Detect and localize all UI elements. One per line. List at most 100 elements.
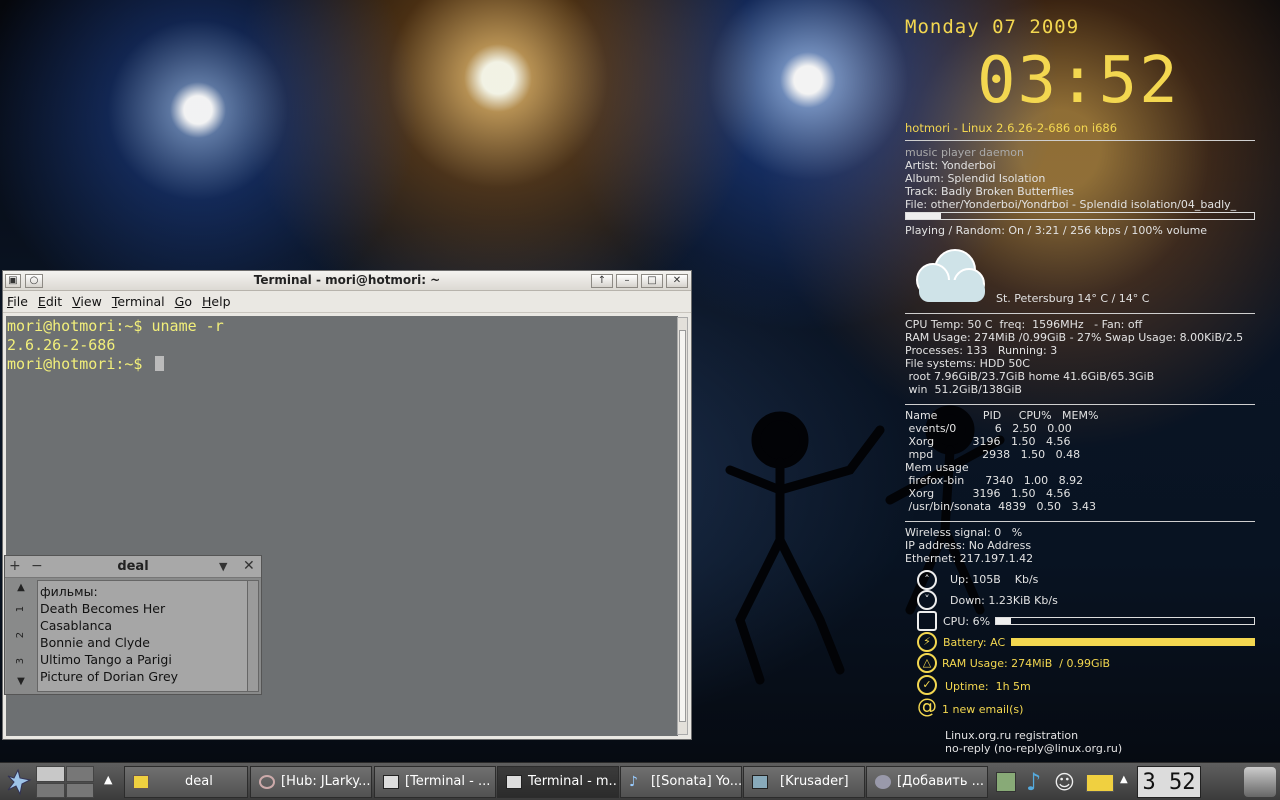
- task-terminal-1[interactable]: [Terminal - ...: [374, 766, 496, 798]
- conky-date: Monday 07 2009: [905, 16, 1080, 38]
- xfce-menu-icon[interactable]: [4, 768, 32, 796]
- uptime: Uptime: 1h 5m: [945, 680, 1031, 693]
- task-label: deal: [185, 774, 213, 789]
- task-label: [Hub: JLarky....: [281, 774, 372, 789]
- deal-tab-2[interactable]: 2: [8, 621, 34, 649]
- weather-text: St. Petersburg 14° C / 14° C: [996, 292, 1150, 305]
- terminal-title: Terminal - mori@hotmori: ~: [253, 273, 441, 287]
- dropdown-icon[interactable]: ▼: [219, 560, 227, 573]
- arrow-down-icon: ˅: [917, 590, 937, 610]
- divider: [905, 313, 1255, 314]
- tray-expand-icon[interactable]: ▲: [1120, 774, 1128, 785]
- list-item[interactable]: Ultimo Tango a Parigi: [40, 651, 246, 668]
- email-count: 1 new email(s): [942, 703, 1024, 716]
- mail-subject: Linux.org.ru registration: [945, 729, 1079, 742]
- divider: [905, 140, 1255, 141]
- task-terminal-active[interactable]: Terminal - m...: [497, 766, 619, 798]
- mpd-progress-bar: [905, 212, 1255, 220]
- music-note-icon: ♪: [629, 774, 638, 790]
- mpd-artist: Artist: Yonderboi: [905, 159, 996, 172]
- menu-go[interactable]: Go: [175, 294, 192, 309]
- workspace-pager[interactable]: [36, 766, 94, 798]
- proc-row: Xorg 3196 1.50 4.56: [905, 435, 1071, 448]
- shade-button[interactable]: ↑: [591, 274, 613, 288]
- battery-icon: ⚡: [917, 632, 937, 652]
- menu-edit[interactable]: Edit: [38, 294, 62, 309]
- sys-line-1: RAM Usage: 274MiB /0.99GiB - 27% Swap Us…: [905, 331, 1244, 344]
- screenshot-icon[interactable]: [1244, 767, 1276, 797]
- net-down: Down: 1.23KiB Kb/s: [950, 594, 1058, 607]
- mpd-album: Album: Splendid Isolation: [905, 172, 1046, 185]
- close-button[interactable]: ✕: [666, 274, 688, 288]
- divider: [905, 404, 1255, 405]
- menu-terminal[interactable]: Terminal: [112, 294, 165, 309]
- proc-row: mpd 2938 1.50 0.48: [905, 448, 1081, 461]
- task-label: [[Sonata] Yo...: [651, 774, 742, 789]
- mpd-header: music player daemon: [905, 146, 1025, 159]
- ip-address: IP address: No Address: [905, 539, 1032, 552]
- sys-line-0: CPU Temp: 50 C freq: 1596MHz - Fan: off: [905, 318, 1143, 331]
- maximize-button[interactable]: □: [641, 274, 663, 288]
- proc-row: Xorg 3196 1.50 4.56: [905, 487, 1071, 500]
- task-krusader[interactable]: [Krusader]: [743, 766, 865, 798]
- terminal-icon: [506, 775, 522, 789]
- task-label: [Krusader]: [780, 774, 849, 789]
- minimize-button[interactable]: –: [616, 274, 638, 288]
- list-item[interactable]: Casablanca: [40, 617, 246, 634]
- task-deal[interactable]: deal: [124, 766, 248, 798]
- terminal-prompt: mori@hotmori:~$: [7, 355, 152, 373]
- ram-usage: RAM Usage: 274MiB / 0.99GiB: [942, 657, 1111, 670]
- close-icon[interactable]: ✕: [243, 558, 255, 574]
- workspace-2[interactable]: [65, 766, 94, 782]
- task-hub[interactable]: [Hub: JLarky....: [250, 766, 372, 798]
- hub-icon: [259, 775, 275, 789]
- cpu-label: CPU: 6%: [943, 615, 991, 628]
- task-label: [Добавить ...: [897, 774, 985, 789]
- cloud-icon: [916, 249, 985, 302]
- proc-row: events/0 6 2.50 0.00: [905, 422, 1072, 435]
- list-item[interactable]: Death Becomes Her: [40, 600, 246, 617]
- deal-notes-widget[interactable]: + − deal ▼ ✕ ▲ 1 2 3 ▼ фильмы: Death Bec…: [4, 555, 262, 695]
- terminal-icon: [383, 775, 399, 789]
- list-item[interactable]: Bonnie and Clyde: [40, 634, 246, 651]
- deal-list[interactable]: фильмы: Death Becomes Her Casablanca Bon…: [37, 580, 249, 692]
- note-icon: [133, 775, 149, 789]
- deal-tabs: ▲ 1 2 3 ▼: [7, 580, 35, 692]
- archive-tray-icon[interactable]: [996, 772, 1016, 792]
- arrow-down-icon[interactable]: ▼: [7, 674, 35, 690]
- arrow-up-icon: ˄: [917, 570, 937, 590]
- terminal-cursor: [154, 356, 164, 371]
- divider: [905, 521, 1255, 522]
- task-sonata[interactable]: ♪ [[Sonata] Yo...: [620, 766, 742, 798]
- deal-tab-1[interactable]: 1: [8, 595, 34, 623]
- music-tray-icon[interactable]: ♪: [1026, 768, 1041, 796]
- deal-tab-3[interactable]: 3: [8, 647, 34, 675]
- list-item[interactable]: Picture of Dorian Grey: [40, 668, 246, 685]
- menu-view[interactable]: View: [72, 294, 102, 309]
- task-browser[interactable]: [Добавить ...: [866, 766, 988, 798]
- mpd-status: Playing / Random: On / 3:21 / 256 kbps /…: [905, 224, 1208, 237]
- deal-header[interactable]: + − deal ▼ ✕: [5, 556, 261, 578]
- workspace-1[interactable]: [36, 766, 65, 782]
- workspace-3[interactable]: [36, 782, 65, 798]
- menu-help[interactable]: Help: [202, 294, 231, 309]
- workspace-4[interactable]: [65, 782, 94, 798]
- arrow-up-icon[interactable]: ▲: [7, 580, 35, 596]
- taskbar-clock[interactable]: 3 52: [1137, 766, 1201, 798]
- tasklist-arrow-icon[interactable]: ▲: [104, 773, 112, 786]
- list-item[interactable]: фильмы:: [40, 583, 246, 600]
- mpd-track: Track: Badly Broken Butterflies: [905, 185, 1075, 198]
- mpd-file: File: other/Yonderboi/Yondrboi - Splendi…: [905, 198, 1237, 211]
- scrollbar-thumb[interactable]: [679, 330, 686, 722]
- task-label: Terminal - m...: [528, 774, 619, 789]
- menu-file[interactable]: File: [7, 294, 28, 309]
- folder-tray-icon[interactable]: [1086, 774, 1114, 792]
- browser-icon: [875, 775, 891, 789]
- proc-row: firefox-bin 7340 1.00 8.92: [905, 474, 1084, 487]
- conky-host: hotmori - Linux 2.6.26-2-686 on i686: [905, 121, 1118, 135]
- pidgin-tray-icon[interactable]: ☺: [1054, 770, 1075, 794]
- terminal-titlebar[interactable]: ▣ ○ Terminal - mori@hotmori: ~ ↑ – □ ✕: [3, 271, 691, 291]
- cpu-icon: [917, 611, 937, 631]
- deal-scrollbar[interactable]: [247, 580, 259, 692]
- terminal-scrollbar[interactable]: [677, 317, 688, 735]
